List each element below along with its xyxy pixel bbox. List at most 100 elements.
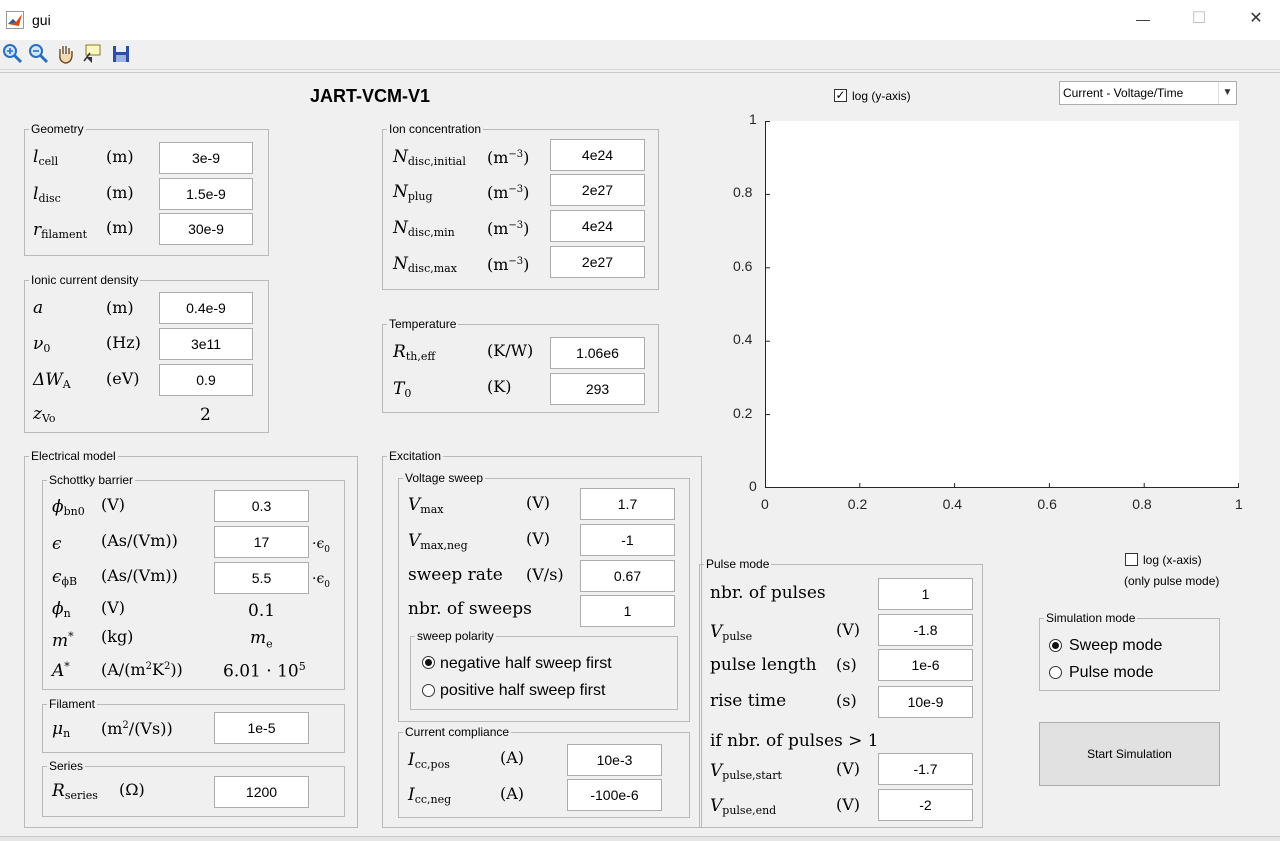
dwa-input[interactable]: 0.9: [159, 364, 253, 396]
eps-input[interactable]: 17: [214, 526, 309, 558]
x-tick-label: 0.4: [942, 496, 963, 512]
vpulse-input[interactable]: -1.8: [878, 614, 973, 646]
ionic-sym-a: a: [33, 298, 44, 318]
temp-unit-t0: (K): [487, 377, 512, 396]
vmaxneg-input[interactable]: -1: [580, 524, 675, 556]
pulse-length-label: pulse length: [710, 655, 817, 675]
pos-half-first-label[interactable]: positive half sweep first: [440, 682, 605, 700]
ldisc-input[interactable]: 1.5e-9: [159, 178, 253, 210]
nbr-pulses-input[interactable]: 1: [878, 578, 973, 610]
pulse-mode-radio[interactable]: [1049, 666, 1062, 679]
plot-axes[interactable]: [764, 121, 1239, 489]
log-y-checkbox[interactable]: ✓: [834, 89, 847, 102]
if-nbr-pulses-label: if nbr. of pulses > 1: [710, 731, 879, 751]
sch-unit-astar: (A/(m2K2)): [101, 660, 183, 679]
ion-unit-2: (m−3): [487, 183, 530, 202]
phibn0-input[interactable]: 0.3: [214, 490, 309, 522]
sch-sym-phin: ϕn: [52, 599, 71, 620]
save-icon[interactable]: [110, 43, 132, 65]
pulse-unit-vend: (V): [836, 795, 861, 814]
y-tick-label: 0.8: [733, 184, 753, 201]
sch-unit-phin: (V): [101, 598, 126, 617]
icc-neg-input[interactable]: -100e-6: [567, 779, 662, 811]
ionic-title: Ionic current density: [29, 273, 141, 287]
data-cursor-icon[interactable]: [82, 43, 104, 65]
zoom-in-icon[interactable]: [2, 43, 24, 65]
pan-hand-icon[interactable]: [55, 43, 77, 65]
x-tick-label: 1: [1235, 496, 1243, 512]
pulse-length-input[interactable]: 1e-6: [878, 649, 973, 681]
nu0-input[interactable]: 3e11: [159, 328, 253, 360]
nbr-pulses-label: nbr. of pulses: [710, 583, 826, 603]
temp-sym-rth: Rth,eff: [393, 342, 436, 363]
sch-sym-phibn0: ϕbn0: [52, 497, 85, 518]
nplug-input[interactable]: 2e27: [550, 174, 645, 206]
rth-input[interactable]: 1.06e6: [550, 337, 645, 369]
ndisc-min-input[interactable]: 4e24: [550, 210, 645, 242]
temp-sym-t0: T0: [393, 379, 412, 400]
ion-sym-ndisc-max: Ndisc,max: [393, 254, 457, 275]
geometry-unit-ldisc: (m): [106, 183, 134, 202]
sweep-rate-label: sweep rate: [408, 565, 503, 585]
neg-half-first-radio[interactable]: [422, 656, 435, 669]
start-simulation-button[interactable]: Start Simulation: [1039, 722, 1220, 786]
a-input[interactable]: 0.4e-9: [159, 292, 253, 324]
sweep-mode-radio[interactable]: [1049, 639, 1062, 652]
mun-input[interactable]: 1e-5: [214, 712, 309, 744]
vs-unit-vmax: (V): [526, 493, 551, 512]
log-y-label[interactable]: log (y-axis): [852, 89, 911, 103]
log-x-label[interactable]: log (x-axis): [1143, 553, 1202, 567]
y-tick-label: 1: [749, 111, 757, 127]
rseries-input[interactable]: 1200: [214, 776, 309, 808]
rise-time-label: rise time: [710, 691, 787, 711]
close-button[interactable]: ✕: [1241, 8, 1271, 30]
zoom-out-icon[interactable]: [28, 43, 50, 65]
pulse-mode-label[interactable]: Pulse mode: [1069, 664, 1154, 682]
start-simulation-label: Start Simulation: [1087, 747, 1172, 761]
neg-half-first-label[interactable]: negative half sweep first: [440, 655, 612, 673]
window-title: gui: [32, 12, 51, 28]
sweep-rate-input[interactable]: 0.67: [580, 560, 675, 592]
chevron-down-icon: ▼: [1218, 82, 1236, 104]
plot-type-value: Current - Voltage/Time: [1063, 86, 1184, 100]
ndisc-max-input[interactable]: 2e27: [550, 246, 645, 278]
ionic-sym-nu0: ν0: [33, 334, 51, 355]
nbr-sweeps-input[interactable]: 1: [580, 595, 675, 627]
epsphib-input[interactable]: 5.5: [214, 562, 309, 594]
sweep-mode-label[interactable]: Sweep mode: [1069, 637, 1162, 655]
content-border: [0, 72, 1280, 73]
log-x-checkbox[interactable]: [1125, 553, 1138, 566]
vpulse-start-input[interactable]: -1.7: [878, 753, 973, 785]
icc-pos-input[interactable]: 10e-3: [567, 744, 662, 776]
x-tick-label: 0.2: [847, 496, 868, 512]
lcell-input[interactable]: 3e-9: [159, 142, 253, 174]
schottky-title: Schottky barrier: [47, 473, 136, 487]
minimize-button[interactable]: —: [1128, 8, 1158, 30]
eps-suffix: ·ϵ0: [312, 536, 331, 555]
ndisc-initial-input[interactable]: 4e24: [550, 139, 645, 171]
vmax-input[interactable]: 1.7: [580, 488, 675, 520]
rise-time-input[interactable]: 10e-9: [878, 686, 973, 718]
sch-unit-epsphib: (As/(Vm)): [101, 566, 178, 585]
vpulse-end-input[interactable]: -2: [878, 789, 973, 821]
pos-half-first-radio[interactable]: [422, 684, 435, 697]
maximize-button[interactable]: ☐: [1184, 8, 1214, 30]
phin-value: 0.1: [248, 601, 276, 621]
x-tick-label: 0: [761, 496, 769, 512]
sch-unit-mstar: (kg): [101, 627, 134, 646]
ionic-unit-a: (m): [106, 298, 134, 317]
excitation-title: Excitation: [387, 449, 444, 463]
geometry-sym-lcell: lcell: [33, 147, 59, 168]
pulse-unit-vstart: (V): [836, 759, 861, 778]
rfilament-input[interactable]: 30e-9: [159, 213, 253, 245]
plot-svg: [764, 121, 1239, 489]
geometry-title: Geometry: [29, 122, 86, 136]
ionic-unit-nu0: (Hz): [106, 333, 141, 352]
sch-unit-phibn0: (V): [101, 495, 126, 514]
electrical-title: Electrical model: [29, 449, 118, 463]
ion-unit-3: (m−3): [487, 219, 530, 238]
t0-input[interactable]: 293: [550, 373, 645, 405]
cc-unit-pos: (A): [500, 748, 525, 767]
plot-type-select[interactable]: Current - Voltage/Time ▼: [1059, 81, 1237, 105]
geometry-unit-rfilament: (m): [106, 218, 134, 237]
